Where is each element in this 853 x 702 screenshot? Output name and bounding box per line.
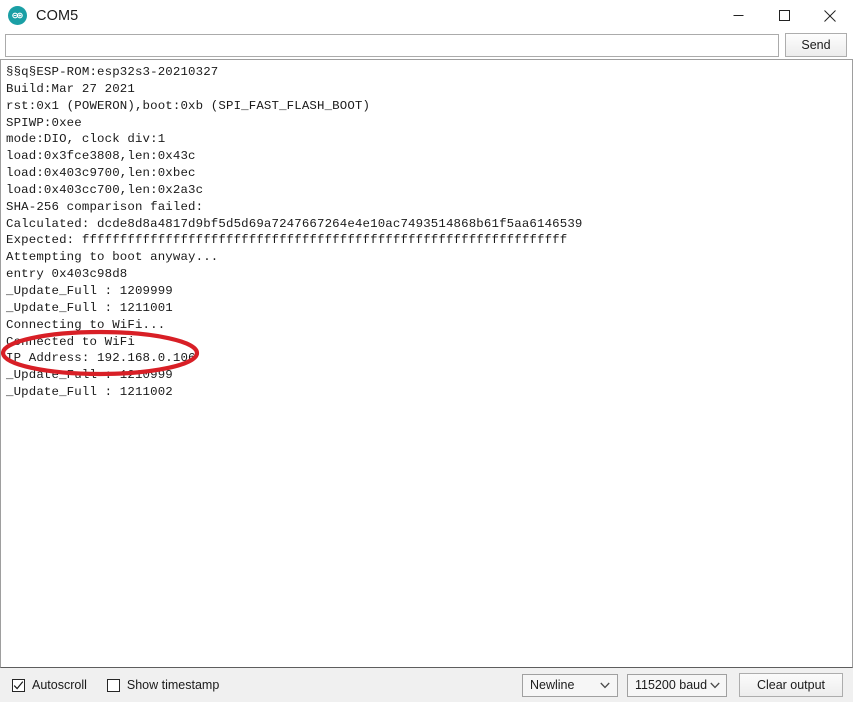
serial-monitor-window: COM5 Send §§q§ESP-ROM:esp32s3-20210327 Bu… [0, 0, 853, 702]
console-line: Connected to WiFi [6, 334, 135, 349]
serial-output-panel[interactable]: §§q§ESP-ROM:esp32s3-20210327 Build:Mar 27… [0, 59, 853, 668]
console-line: Calculated: dcde8d8a4817d9bf5d5d69a72476… [6, 216, 583, 231]
send-button[interactable]: Send [785, 33, 847, 57]
bottom-toolbar: Autoscroll Show timestamp Newline 115200… [0, 668, 853, 702]
window-controls [715, 0, 853, 31]
window-title: COM5 [36, 7, 79, 24]
console-line: _Update_Full : 1211002 [6, 385, 173, 400]
chevron-down-icon [597, 682, 613, 689]
console-line: _Update_Full : 1209999 [6, 283, 173, 298]
console-line: Build:Mar 27 2021 [6, 81, 135, 96]
show-timestamp-checkbox-box[interactable] [106, 678, 120, 692]
console-line: load:0x403c9700,len:0xbec [6, 166, 196, 181]
show-timestamp-label: Show timestamp [126, 678, 220, 692]
send-row: Send [0, 31, 853, 59]
console-line: load:0x403cc700,len:0x2a3c [6, 182, 204, 197]
send-input[interactable] [5, 33, 779, 57]
chevron-down-icon [707, 682, 722, 689]
autoscroll-label: Autoscroll [32, 678, 87, 692]
console-line: IP Address: 192.168.0.106 [6, 351, 196, 366]
console-line: Expected: ffffffffffffffffffffffffffffff… [6, 233, 568, 248]
console-line: SHA-256 comparison failed: [6, 199, 204, 214]
maximize-icon[interactable] [761, 0, 807, 31]
clear-output-button[interactable]: Clear output [739, 673, 843, 697]
console-line: load:0x3fce3808,len:0x43c [6, 149, 196, 164]
line-ending-select[interactable]: Newline [522, 673, 618, 697]
console-line: _Update_Full : 1210999 [6, 368, 173, 383]
baud-rate-value: 115200 baud [635, 678, 708, 692]
console-line: Connecting to WiFi... [6, 317, 166, 332]
console-line: Attempting to boot anyway... [6, 250, 219, 265]
autoscroll-checkbox[interactable]: Autoscroll [12, 678, 87, 692]
close-icon[interactable] [807, 0, 853, 31]
serial-output-text: §§q§ESP-ROM:esp32s3-20210327 Build:Mar 27… [6, 64, 850, 667]
console-line: _Update_Full : 1211001 [6, 300, 173, 315]
console-line: entry 0x403c98d8 [6, 267, 128, 282]
console-line: rst:0x1 (POWERON),boot:0xb (SPI_FAST_FLA… [6, 98, 371, 113]
show-timestamp-checkbox[interactable]: Show timestamp [106, 678, 220, 692]
check-icon [13, 680, 24, 690]
console-line: mode:DIO, clock div:1 [6, 132, 166, 147]
title-bar: COM5 [0, 0, 853, 31]
baud-rate-select[interactable]: 115200 baud [627, 673, 727, 697]
console-line: §§q§ESP-ROM:esp32s3-20210327 [6, 65, 219, 79]
line-ending-value: Newline [530, 678, 575, 692]
title-bar-left: COM5 [0, 6, 78, 25]
console-line: SPIWP:0xee [6, 115, 82, 130]
minimize-icon[interactable] [715, 0, 761, 31]
arduino-icon [8, 6, 27, 25]
autoscroll-checkbox-box[interactable] [12, 678, 25, 692]
